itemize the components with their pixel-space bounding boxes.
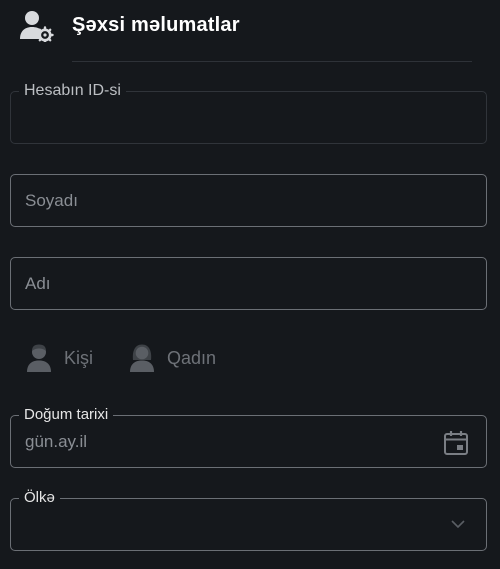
female-user-icon [129,343,155,373]
surname-input[interactable] [25,191,425,211]
male-user-icon [26,343,52,373]
page-title: Şəxsi məlumatlar [72,13,240,36]
birth-date-field[interactable]: Doğum tarixi [10,406,487,468]
gender-label-female: Qadın [167,347,217,368]
country-field[interactable]: Ölkə [10,489,487,551]
gender-selector: Kişi Qadın [26,340,252,376]
user-settings-icon [18,8,54,44]
chevron-down-icon[interactable] [450,517,466,531]
surname-field[interactable] [10,174,487,227]
gender-option-male[interactable]: Kişi [26,343,93,373]
header-divider [72,61,472,62]
birth-date-input[interactable] [25,432,425,452]
account-id-field: Hesabın ID-si [10,82,487,144]
gender-label-male: Kişi [64,347,94,368]
country-label: Ölkə [19,489,60,507]
birth-date-label: Doğum tarixi [19,406,114,424]
name-field[interactable] [10,257,487,310]
calendar-icon[interactable] [442,429,470,457]
gender-option-female[interactable]: Qadın [129,343,216,373]
account-id-label: Hesabın ID-si [19,82,126,100]
name-input[interactable] [25,274,425,294]
personal-info-page: Şəxsi məlumatlar Hesabın ID-si Kişi [0,0,500,569]
section-header: Şəxsi məlumatlar [18,8,240,44]
